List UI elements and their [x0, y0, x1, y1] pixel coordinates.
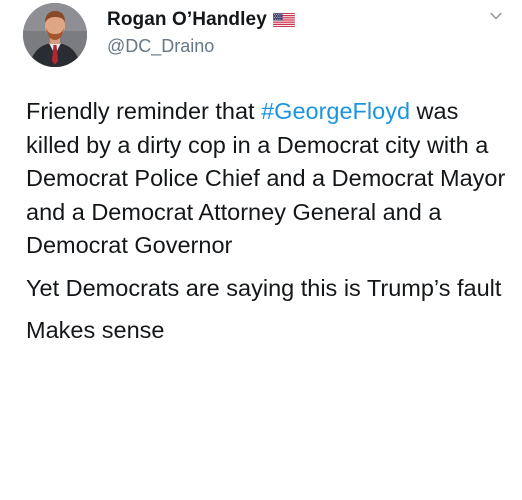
tweet-paragraph-3: Makes sense [26, 317, 165, 343]
tweet-card: Rogan O’Handley @DC_Draino Friendly remi… [0, 0, 522, 500]
tweet-paragraph-2: Yet Democrats are saying this is Trump’s… [26, 274, 502, 301]
user-name-row: Rogan O’Handley [107, 9, 296, 31]
chevron-down-icon[interactable] [488, 8, 504, 24]
user-handle[interactable]: @DC_Draino [107, 36, 214, 57]
tweet-paragraph-1: Friendly reminder that #GeorgeFloyd was … [26, 95, 506, 263]
tweet-text-segment: Friendly reminder that [26, 98, 262, 124]
tweet-text: Friendly reminder that #GeorgeFloyd was … [26, 95, 506, 348]
hashtag-link[interactable]: #GeorgeFloyd [261, 98, 410, 124]
us-flag-icon [272, 12, 296, 28]
avatar[interactable] [23, 3, 87, 67]
display-name[interactable]: Rogan O’Handley [107, 9, 267, 31]
avatar-image [23, 3, 87, 67]
